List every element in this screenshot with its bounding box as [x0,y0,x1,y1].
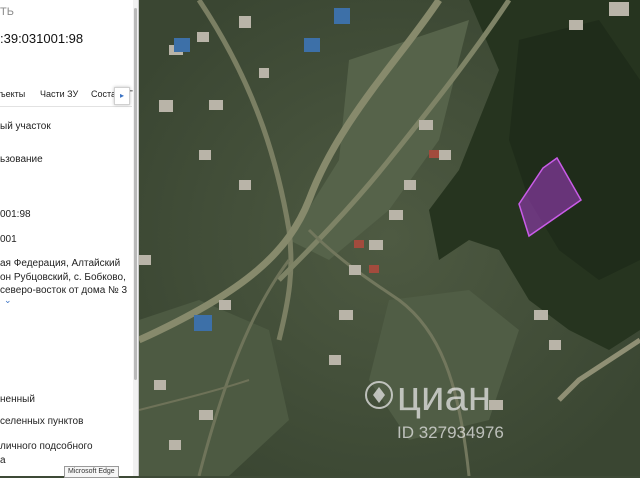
map-imagery: циан ID 327934976 [139,0,640,476]
cadastral-number: :39:031001:98 [0,31,84,46]
panel-title: ТЬ [0,6,14,18]
field-value-type: ый участок [0,121,51,132]
field-value-quarter: 001:98 [0,209,31,220]
watermark-id: ID 327934976 [397,423,504,442]
address-line-1: ая Федерация, Алтайский [0,258,121,269]
field-value-code: 001 [0,234,17,245]
field-value-status: ненный [0,394,35,405]
tab-parts[interactable]: Части ЗУ [40,89,78,99]
chevron-down-icon[interactable]: ⌄ [4,295,12,306]
tab-bar: ъекты Части ЗУ Соста Г [0,84,133,107]
chevron-right-icon: ▸ [119,91,124,100]
scrollbar-thumb[interactable] [134,8,137,380]
tabs-scroll-right-button[interactable]: ▸ [114,87,130,105]
tab-objects[interactable]: ъекты [0,89,25,99]
address-line-3: северо-восток от дома № 3 [0,285,128,296]
edge-tooltip: Microsoft Edge [64,466,119,478]
field-value-permitted-use: личного подсобного [0,441,93,452]
tab-composition[interactable]: Соста [91,89,116,99]
address-line-2: он Рубцовский, с. Бобково, [0,271,126,283]
field-value-category: селенных пунктов [0,416,84,427]
satellite-map[interactable]: циан ID 327934976 [139,0,640,476]
info-panel: ТЬ :39:031001:98 ъекты Части ЗУ Соста Г … [0,0,139,476]
watermark-brand: циан [397,372,491,419]
field-value-permitted-use-2: а [0,455,6,466]
field-value-address: ая Федерация, Алтайский он Рубцовский, с… [0,257,127,298]
field-value-usage: ьзование [0,154,43,165]
